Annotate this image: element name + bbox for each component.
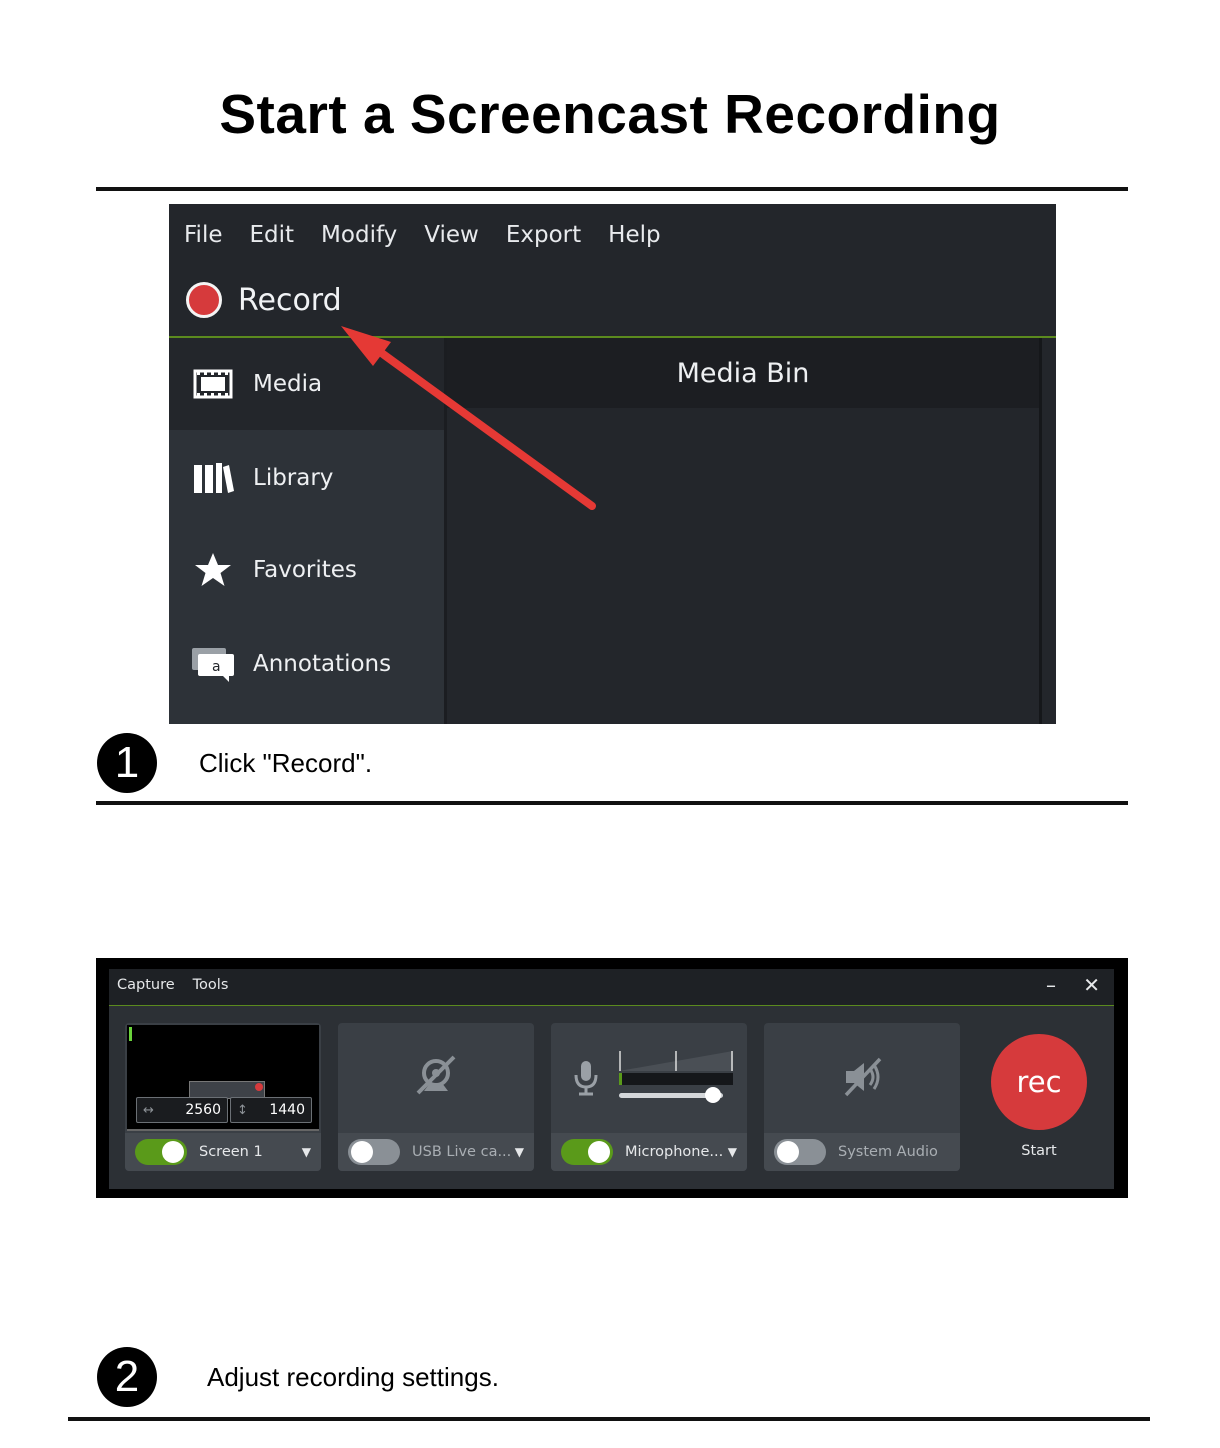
camera-dropdown-icon[interactable]: ▼ — [515, 1145, 524, 1159]
screen-footer: Screen 1 ▼ — [125, 1133, 321, 1171]
system-audio-footer: System Audio — [764, 1133, 960, 1171]
step-number-badge: 2 — [97, 1347, 157, 1407]
menu-tools[interactable]: Tools — [193, 977, 229, 993]
width-field[interactable]: ↔ 2560 — [136, 1097, 228, 1123]
audio-level-meter — [619, 1047, 735, 1093]
recorder-titlebar: Capture Tools – ✕ — [109, 969, 1114, 1006]
editor-screenshot: File Edit Modify View Export Help Record… — [169, 204, 1056, 724]
volume-slider[interactable] — [619, 1087, 723, 1103]
screen-dropdown-icon[interactable]: ▼ — [302, 1145, 311, 1159]
screen-label: Screen 1 — [199, 1144, 263, 1160]
bottom-divider — [68, 1417, 1150, 1421]
recorder-screenshot: Capture Tools – ✕ ↔ 2560 ↕ 1440 Screen 1… — [96, 958, 1128, 1198]
page-title: Start a Screencast Recording — [219, 83, 1001, 145]
close-button[interactable]: ✕ — [1083, 973, 1100, 997]
step-number-badge: 1 — [97, 733, 157, 793]
annotation-arrow — [341, 326, 596, 510]
camera-panel: USB Live ca... ▼ — [338, 1023, 534, 1171]
recorder-window: Capture Tools – ✕ ↔ 2560 ↕ 1440 Screen 1… — [109, 969, 1114, 1189]
screen-toggle[interactable] — [135, 1139, 187, 1165]
camera-off-icon — [414, 1053, 458, 1101]
top-divider — [96, 187, 1128, 191]
preview-detail — [129, 1027, 132, 1041]
system-audio-toggle[interactable] — [774, 1139, 826, 1165]
volume-slider-handle[interactable] — [704, 1087, 721, 1103]
microphone-label: Microphone... — [625, 1144, 724, 1160]
microphone-panel: Microphone... ▼ — [551, 1023, 747, 1171]
height-value: 1440 — [269, 1102, 305, 1118]
height-field[interactable]: ↕ 1440 — [230, 1097, 312, 1123]
height-arrows-icon: ↕ — [237, 1102, 248, 1118]
step-instruction: Click "Record". — [199, 748, 373, 778]
minimize-button[interactable]: – — [1046, 973, 1056, 997]
microphone-footer: Microphone... ▼ — [551, 1133, 747, 1171]
step-divider — [96, 801, 1128, 805]
microphone-dropdown-icon[interactable]: ▼ — [728, 1145, 737, 1159]
step-instruction: Adjust recording settings. — [207, 1362, 499, 1392]
camera-toggle[interactable] — [348, 1139, 400, 1165]
preview-taskbar — [127, 1129, 319, 1131]
menu-capture[interactable]: Capture — [117, 977, 175, 993]
preview-rec-dot — [255, 1083, 263, 1091]
camera-footer: USB Live ca... ▼ — [338, 1133, 534, 1171]
width-arrows-icon: ↔ — [143, 1102, 154, 1118]
width-value: 2560 — [185, 1102, 221, 1118]
rec-button[interactable]: rec — [991, 1034, 1087, 1130]
system-audio-panel: System Audio — [764, 1023, 960, 1171]
microphone-toggle[interactable] — [561, 1139, 613, 1165]
speaker-muted-icon — [842, 1057, 884, 1101]
start-label: Start — [1021, 1143, 1057, 1159]
screen-panel: ↔ 2560 ↕ 1440 Screen 1 ▼ — [125, 1023, 321, 1171]
camera-label: USB Live ca... — [412, 1144, 512, 1160]
system-audio-label: System Audio — [838, 1144, 938, 1160]
microphone-icon — [573, 1059, 599, 1101]
